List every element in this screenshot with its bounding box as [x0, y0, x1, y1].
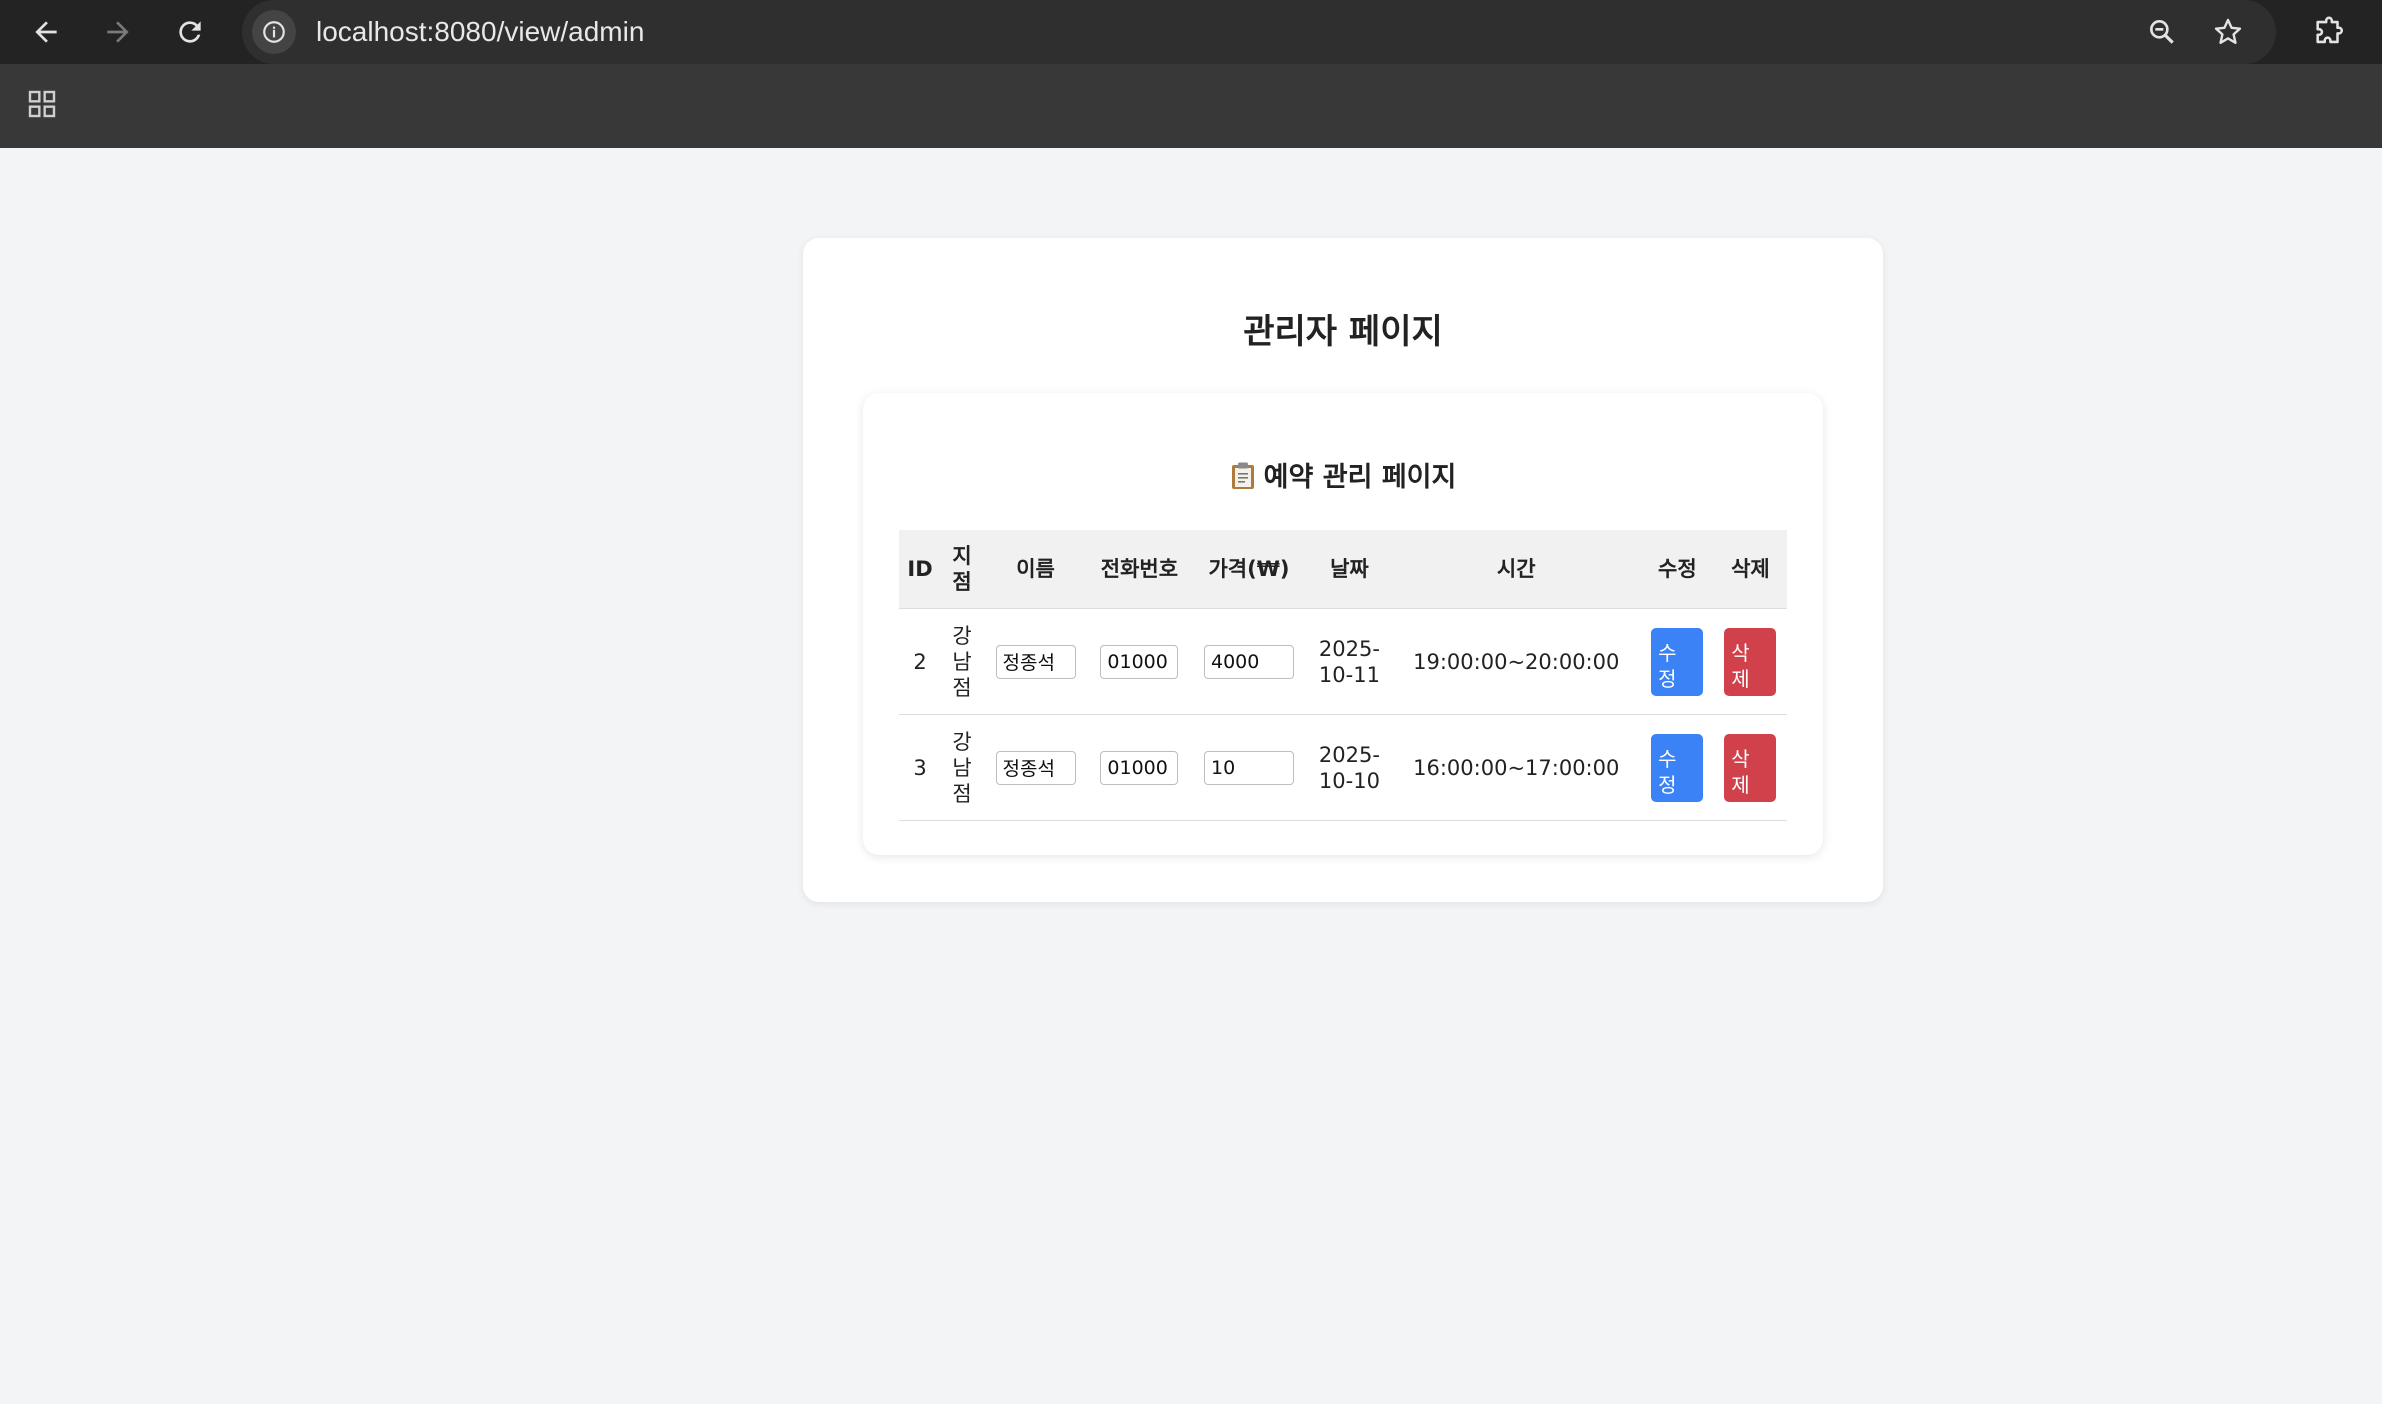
price-input[interactable]	[1203, 644, 1294, 679]
section-title-text: 예약 관리 페이지	[1263, 462, 1457, 493]
header-id: ID	[899, 530, 941, 609]
cell-branch: 강남점	[941, 608, 983, 715]
section-title: 예약 관리 페이지	[863, 455, 1823, 494]
apps-grid-icon	[28, 90, 56, 118]
reload-icon	[179, 21, 201, 43]
cell-price	[1190, 714, 1308, 821]
cell-time: 16:00:00~17:00:00	[1391, 714, 1641, 821]
bookmarks-bar	[0, 64, 2382, 148]
edit-button[interactable]: 수정	[1651, 627, 1704, 696]
cell-phone	[1088, 714, 1191, 821]
bookmark-star-button[interactable]	[2208, 12, 2248, 52]
site-info-button[interactable]	[252, 10, 296, 54]
extensions-button[interactable]	[2308, 12, 2350, 52]
cell-name	[983, 608, 1089, 715]
arrow-right-icon	[107, 21, 129, 43]
info-icon	[263, 21, 285, 43]
zoom-button[interactable]	[2142, 12, 2182, 52]
apps-button[interactable]	[22, 84, 62, 124]
table-row: 3 강남점 2025-10-10 16:00:00~17:00:00 수정 삭제	[899, 714, 1787, 821]
header-name: 이름	[983, 530, 1089, 609]
browser-toolbar: localhost:8080/view/admin	[0, 0, 2382, 64]
cell-delete: 삭제	[1713, 714, 1787, 821]
header-phone: 전화번호	[1088, 530, 1191, 609]
header-edit: 수정	[1640, 530, 1714, 609]
forward-button[interactable]	[96, 10, 140, 54]
back-button[interactable]	[24, 10, 68, 54]
cell-name	[983, 714, 1089, 821]
phone-input[interactable]	[1100, 644, 1179, 679]
table-row: 2 강남점 2025-10-11 19:00:00~20:00:00 수정 삭제	[899, 608, 1787, 715]
name-input[interactable]	[995, 750, 1076, 785]
cell-delete: 삭제	[1713, 608, 1787, 715]
address-bar[interactable]: localhost:8080/view/admin	[242, 0, 2276, 64]
edit-button[interactable]: 수정	[1651, 733, 1704, 802]
header-price: 가격(₩)	[1190, 530, 1308, 609]
page-title: 관리자 페이지	[1243, 312, 1443, 352]
header-date: 날짜	[1307, 530, 1392, 609]
table-header-row: ID 지점 이름 전화번호 가격(₩) 날짜 시간 수정 삭제	[899, 530, 1787, 609]
cell-price	[1190, 608, 1308, 715]
name-input[interactable]	[995, 644, 1076, 679]
cell-id: 2	[899, 608, 941, 715]
phone-input[interactable]	[1100, 750, 1179, 785]
delete-button[interactable]: 삭제	[1724, 733, 1777, 802]
cell-date: 2025-10-10	[1307, 714, 1392, 821]
header-time: 시간	[1391, 530, 1641, 609]
reload-button[interactable]	[168, 10, 212, 54]
cell-id: 3	[899, 714, 941, 821]
reservation-table: ID 지점 이름 전화번호 가격(₩) 날짜 시간 수정 삭제 2 강남점 정종…	[899, 530, 1787, 821]
cell-date: 2025-10-11	[1307, 608, 1392, 715]
delete-button[interactable]: 삭제	[1724, 627, 1777, 696]
clipboard-icon	[1231, 462, 1254, 489]
cell-edit: 수정	[1640, 608, 1714, 715]
cell-edit: 수정	[1640, 714, 1714, 821]
price-input[interactable]	[1203, 750, 1294, 785]
cell-branch: 강남점	[941, 714, 983, 821]
puzzle-icon	[2316, 16, 2343, 44]
cell-phone	[1088, 608, 1191, 715]
reservation-panel: 예약 관리 페이지 ID 지점 이름 전화번호 가격(₩) 날짜 시간 수정 삭…	[863, 393, 1823, 855]
header-branch: 지점	[941, 530, 983, 609]
star-icon	[2214, 18, 2242, 44]
url-text[interactable]: localhost:8080/view/admin	[316, 0, 644, 64]
arrow-left-icon	[35, 21, 57, 43]
header-delete: 삭제	[1713, 530, 1787, 609]
admin-card: 관리자 페이지 예약 관리 페이지 ID 지점 이름 전화번호 가격(₩) 날짜…	[803, 238, 1883, 902]
zoom-icon	[2150, 20, 2174, 44]
cell-time: 19:00:00~20:00:00	[1391, 608, 1641, 715]
